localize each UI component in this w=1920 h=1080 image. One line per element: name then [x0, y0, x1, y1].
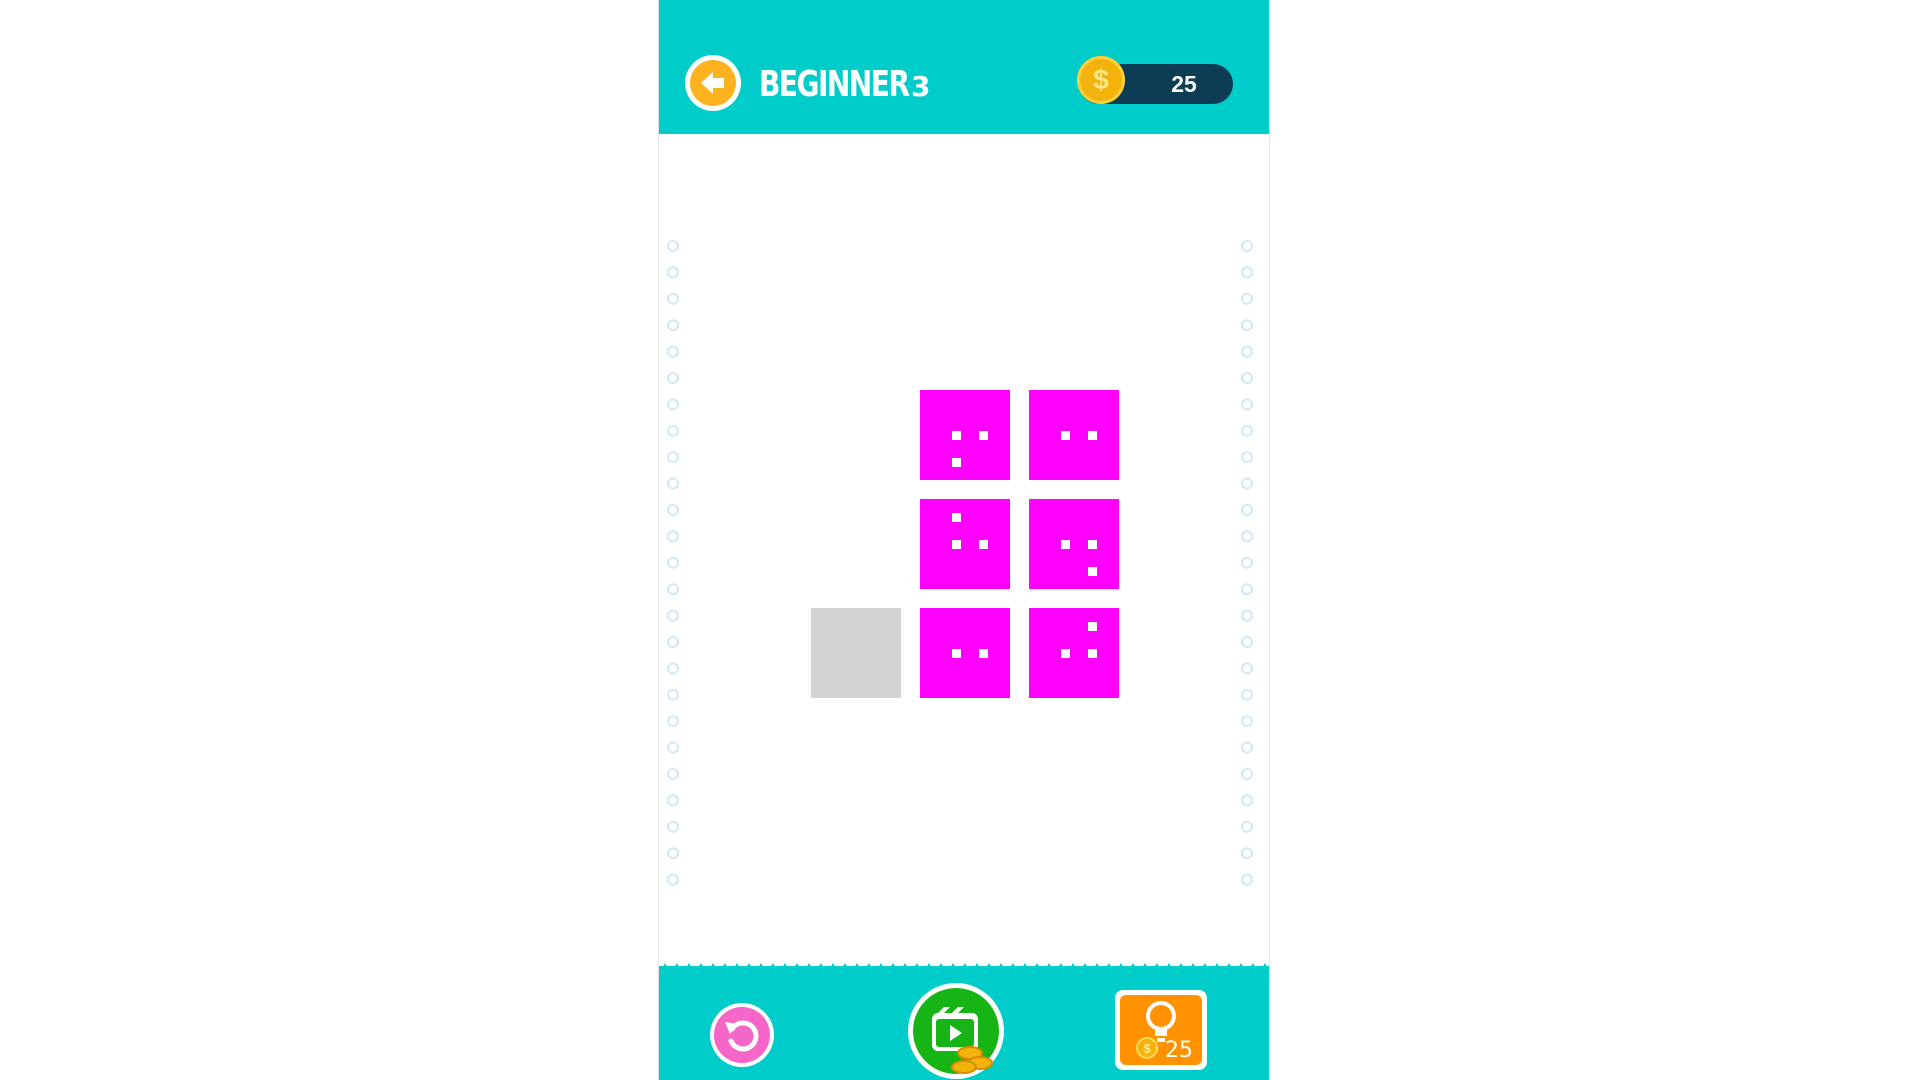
tile-pip	[978, 540, 988, 549]
tile-pip	[951, 540, 961, 549]
tile-pip	[978, 649, 988, 658]
coin-count: 25	[1171, 71, 1197, 97]
right-dotted-border	[1241, 240, 1253, 886]
tile-pip	[951, 431, 961, 440]
tile-pip	[1087, 540, 1097, 549]
back-arrow-icon	[701, 72, 724, 94]
tile-pip	[1060, 431, 1070, 440]
level-title: BEGINNER 3	[759, 64, 951, 108]
back-button[interactable]	[685, 55, 741, 111]
hint-button[interactable]: $ 25	[1115, 990, 1207, 1070]
svg-text:$: $	[1143, 1041, 1151, 1056]
puzzle-tile[interactable]	[1029, 499, 1119, 589]
tile-pip	[978, 431, 988, 440]
bottom-bar-zigzag-edge	[659, 963, 1269, 977]
puzzle-tile[interactable]	[1029, 390, 1119, 480]
puzzle-tile[interactable]	[1029, 608, 1119, 698]
puzzle-tile[interactable]	[920, 608, 1010, 698]
dollar-coin-icon: $	[1077, 56, 1125, 104]
tile-pip	[1087, 649, 1097, 658]
puzzle-tile[interactable]	[920, 499, 1010, 589]
watch-video-button[interactable]	[908, 983, 1004, 1079]
restart-button[interactable]	[710, 1003, 774, 1067]
game-screen: BEGINNER 3 25 $ $ 25	[658, 0, 1270, 1080]
tile-pip	[951, 513, 961, 522]
lightbulb-icon: $	[1136, 1001, 1176, 1059]
empty-tile[interactable]	[811, 608, 901, 698]
level-number: 3	[911, 70, 931, 103]
top-bar-zigzag-edge	[659, 124, 1269, 134]
restart-icon	[725, 1020, 759, 1052]
hint-cost: 25	[1165, 1038, 1193, 1063]
level-name: BEGINNER	[759, 64, 910, 105]
tile-pip	[1087, 431, 1097, 440]
tile-pip	[1087, 567, 1097, 576]
puzzle-tile[interactable]	[920, 390, 1010, 480]
video-reward-icon	[932, 1007, 993, 1074]
left-dotted-border	[667, 240, 679, 886]
tile-pip	[1060, 540, 1070, 549]
tile-pip	[1060, 649, 1070, 658]
tile-pip	[1087, 622, 1097, 631]
tile-pip	[951, 649, 961, 658]
tile-pip	[951, 458, 961, 467]
